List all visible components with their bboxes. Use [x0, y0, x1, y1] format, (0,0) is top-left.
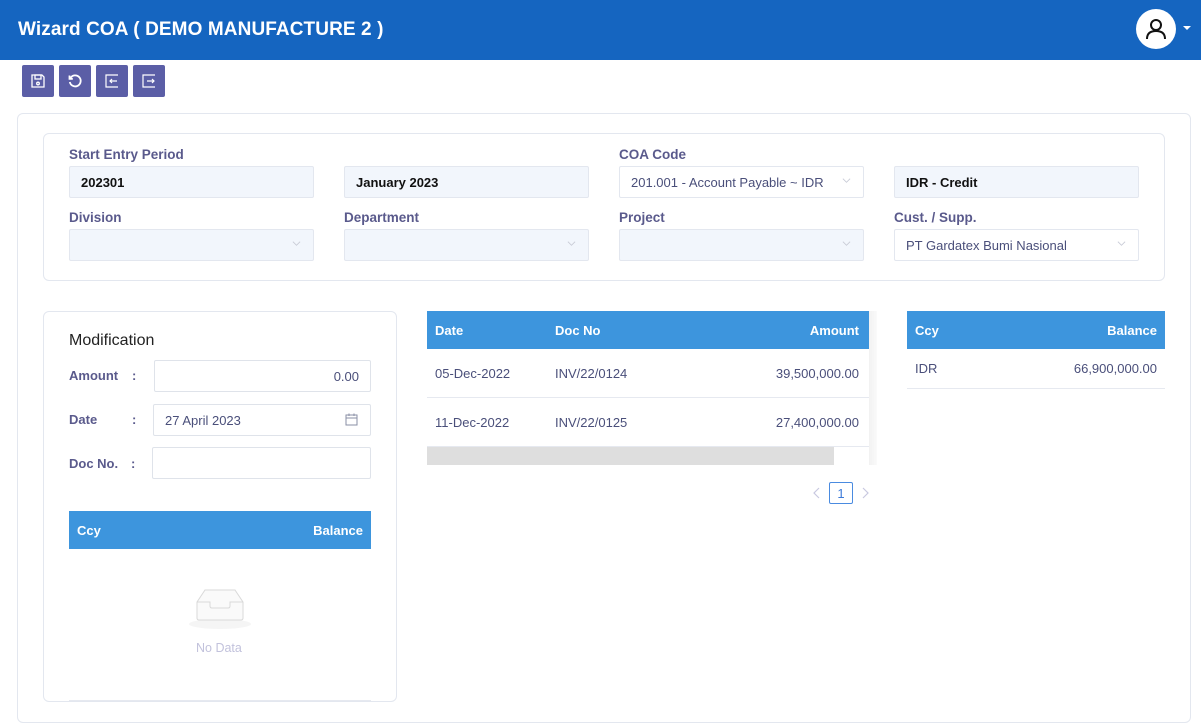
- page-1-button[interactable]: 1: [829, 482, 853, 504]
- toolbar: [22, 65, 165, 97]
- division-select[interactable]: [69, 229, 314, 261]
- mod-balance-table-header: Ccy Balance: [69, 511, 371, 549]
- doc-no-input[interactable]: [152, 447, 371, 479]
- coa-code-select[interactable]: 201.001 - Account Payable ~ IDR: [619, 166, 864, 198]
- doc-no-colon: :: [131, 456, 136, 471]
- cust-supp-value: PT Gardatex Bumi Nasional: [906, 237, 1067, 253]
- row-amount: 27,400,000.00: [775, 415, 859, 430]
- col-date: Date: [435, 322, 464, 338]
- row-doc-no: INV/22/0125: [555, 415, 628, 430]
- balance-table-header: Ccy Balance: [907, 311, 1165, 349]
- exit-right-icon: [142, 74, 155, 88]
- current-page: 1: [837, 485, 845, 501]
- col-ccy: Ccy: [77, 522, 101, 538]
- empty-state-text: No Data: [196, 641, 242, 655]
- table-scroll-shadow: [869, 311, 877, 465]
- amount-colon: :: [132, 368, 137, 383]
- chevron-down-icon: [292, 241, 301, 246]
- period-name-value: January 2023: [356, 174, 439, 190]
- coa-type-field[interactable]: IDR - Credit: [894, 166, 1139, 198]
- coa-code-label: COA Code: [619, 147, 686, 162]
- department-select[interactable]: [344, 229, 589, 261]
- chevron-down-icon: [842, 241, 851, 246]
- user-menu-caret-icon[interactable]: [1183, 26, 1191, 30]
- reset-button[interactable]: [59, 65, 91, 97]
- division-label: Division: [69, 210, 122, 225]
- amount-value: 0.00: [333, 368, 359, 384]
- prev-page-icon[interactable]: [812, 486, 822, 500]
- exit-left-icon: [105, 74, 118, 88]
- period-code-value: 202301: [81, 174, 125, 190]
- calendar-icon[interactable]: [345, 413, 358, 426]
- save-button[interactable]: [22, 65, 54, 97]
- chevron-down-icon: [1117, 241, 1126, 246]
- empty-inbox-icon: [189, 589, 251, 629]
- amount-label: Amount: [69, 368, 119, 383]
- chevron-down-icon: [567, 241, 576, 246]
- table-row[interactable]: 05-Dec-2022 INV/22/0124 39,500,000.00: [427, 349, 869, 398]
- row-doc-no: INV/22/0124: [555, 366, 628, 381]
- user-avatar[interactable]: [1136, 9, 1176, 49]
- date-value: 27 April 2023: [165, 412, 241, 428]
- row-amount: 39,500,000.00: [775, 366, 859, 381]
- save-icon: [31, 74, 45, 88]
- doc-no-label: Doc No.: [69, 456, 119, 471]
- department-label: Department: [344, 210, 420, 225]
- row-ccy: IDR: [915, 361, 938, 376]
- next-page-icon[interactable]: [860, 486, 870, 500]
- col-balance: Balance: [1107, 322, 1157, 338]
- back-button[interactable]: [96, 65, 128, 97]
- col-balance: Balance: [313, 522, 363, 538]
- row-balance: 66,900,000.00: [1073, 361, 1157, 376]
- next-button[interactable]: [133, 65, 165, 97]
- cust-supp-select[interactable]: PT Gardatex Bumi Nasional: [894, 229, 1139, 261]
- page-title: Wizard COA ( DEMO MANUFACTURE 2 ): [18, 19, 384, 40]
- documents-table-header: Date Doc No Amount: [427, 311, 869, 349]
- start-entry-period-label: Start Entry Period: [69, 147, 184, 162]
- cust-supp-label: Cust. / Supp.: [894, 210, 977, 225]
- date-label: Date: [69, 412, 98, 427]
- table-row[interactable]: IDR 66,900,000.00: [907, 349, 1165, 389]
- row-date: 05-Dec-2022: [435, 366, 511, 381]
- table-row[interactable]: 11-Dec-2022 INV/22/0125 27,400,000.00: [427, 398, 869, 447]
- coa-code-value: 201.001 - Account Payable ~ IDR: [631, 174, 824, 190]
- project-select[interactable]: [619, 229, 864, 261]
- col-amount: Amount: [809, 322, 859, 338]
- horizontal-scrollbar-thumb[interactable]: [427, 447, 834, 465]
- modification-title: Modification: [69, 332, 155, 349]
- row-date: 11-Dec-2022: [435, 415, 510, 430]
- col-doc-no: Doc No: [555, 322, 601, 338]
- date-picker[interactable]: 27 April 2023: [153, 404, 371, 436]
- amount-input[interactable]: 0.00: [154, 360, 371, 392]
- project-label: Project: [619, 210, 665, 225]
- table-bottom-border: [69, 700, 371, 701]
- chevron-down-icon: [842, 178, 851, 183]
- date-colon: :: [132, 412, 137, 427]
- coa-type-value: IDR - Credit: [906, 174, 978, 190]
- period-code-field[interactable]: 202301: [69, 166, 314, 198]
- col-ccy: Ccy: [915, 322, 939, 338]
- refresh-icon: [68, 74, 82, 88]
- user-icon: [1146, 19, 1166, 40]
- period-name-field[interactable]: January 2023: [344, 166, 589, 198]
